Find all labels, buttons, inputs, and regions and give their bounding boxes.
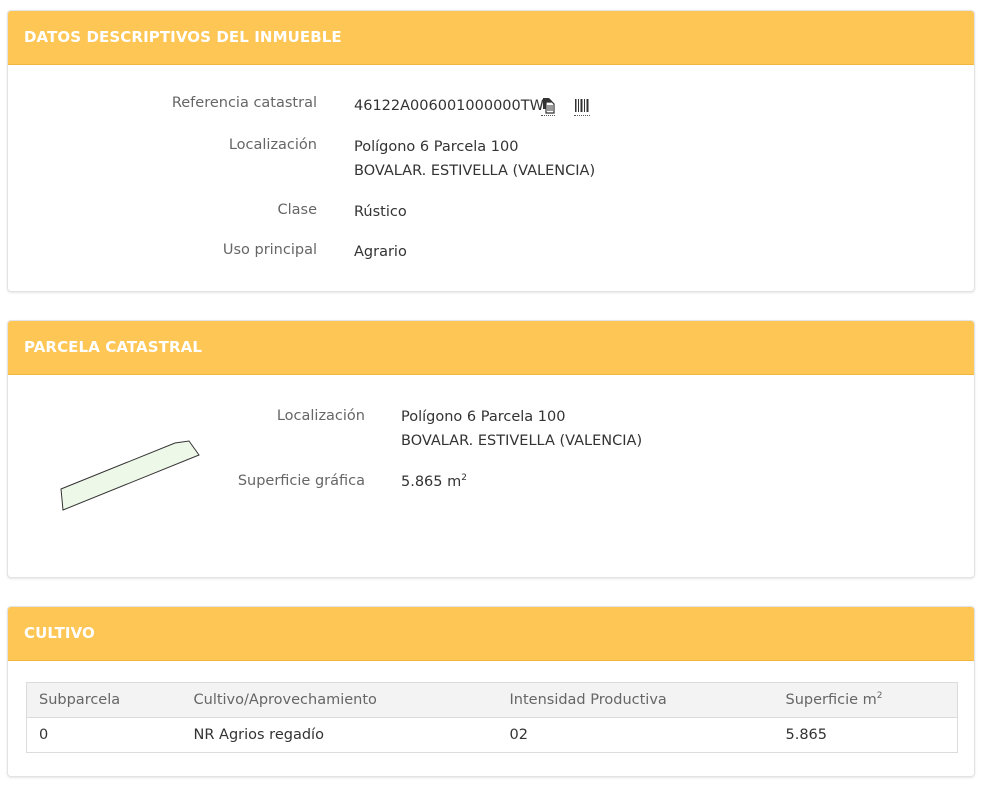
- graphic-surface-label: Superficie gráfica: [237, 473, 365, 489]
- column-header-superficie-exponent: 2: [876, 691, 883, 702]
- property-panel-title: DATOS DESCRIPTIVOS DEL INMUEBLE: [8, 11, 974, 65]
- column-header-subparcela: Subparcela: [26, 682, 182, 718]
- parcel-location-label: Localización: [276, 408, 365, 424]
- main-use-label: Uso principal: [222, 242, 317, 258]
- barcode-icon[interactable]: [574, 97, 590, 116]
- copy-icon[interactable]: [541, 97, 555, 116]
- cadastral-reference-value: 46122A006001000000TW: [354, 95, 544, 118]
- column-header-superficie-text: Superficie m: [785, 692, 877, 708]
- property-data-panel: DATOS DESCRIPTIVOS DEL INMUEBLE Referenc…: [7, 10, 975, 292]
- table-row: 0 NR Agrios regadío 02 5.865: [27, 718, 958, 753]
- cell-subparcela: 0: [39, 727, 49, 743]
- class-label: Clase: [277, 202, 317, 218]
- location-line-1: Polígono 6 Parcela 100: [354, 139, 519, 155]
- parcel-shape[interactable]: [53, 433, 213, 513]
- column-header-superficie: Superficie m2: [773, 682, 958, 718]
- parcel-panel: PARCELA CATASTRAL Localización Polígono …: [7, 320, 975, 578]
- class-value: Rústico: [354, 204, 407, 220]
- graphic-surface-value: 5.865 m2: [401, 471, 467, 494]
- cell-cultivo: NR Agrios regadío: [193, 727, 324, 743]
- main-use-value: Agrario: [354, 244, 407, 260]
- cell-intensidad: 02: [509, 727, 528, 743]
- parcel-panel-title: PARCELA CATASTRAL: [8, 321, 974, 375]
- graphic-surface-exponent: 2: [461, 473, 467, 484]
- parcel-location-line-2: BOVALAR. ESTIVELLA (VALENCIA): [401, 433, 643, 449]
- crop-panel-title: CULTIVO: [8, 607, 974, 661]
- column-header-intensidad: Intensidad Productiva: [497, 682, 774, 718]
- graphic-surface-number: 5.865 m: [401, 474, 462, 490]
- column-header-cultivo: Cultivo/Aprovechamiento: [181, 682, 498, 718]
- cell-superficie: 5.865: [785, 727, 828, 743]
- cadastral-reference-label: Referencia catastral: [171, 95, 317, 111]
- crop-table-header: Subparcela Cultivo/Aprovechamiento Inten…: [26, 682, 958, 718]
- location-line-2: BOVALAR. ESTIVELLA (VALENCIA): [354, 163, 596, 179]
- cadastral-reference-text: 46122A006001000000TW: [354, 98, 544, 114]
- crop-panel: CULTIVO Subparcela Cultivo/Aprovechamien…: [7, 606, 975, 777]
- location-label: Localización: [228, 137, 317, 153]
- parcel-location-line-1: Polígono 6 Parcela 100: [401, 409, 566, 425]
- crop-table: Subparcela Cultivo/Aprovechamiento Inten…: [26, 682, 958, 753]
